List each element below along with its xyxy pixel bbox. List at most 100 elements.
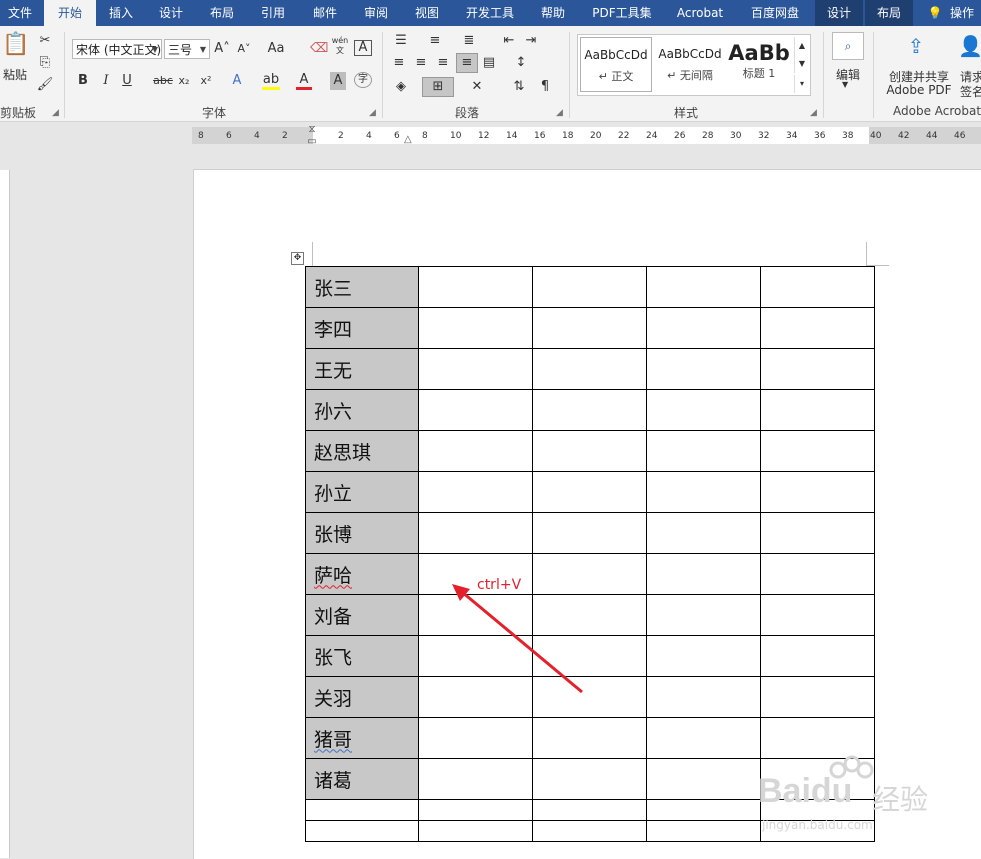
table-cell-empty[interactable] — [532, 307, 647, 349]
clear-format-icon[interactable]: ⌫ — [310, 40, 328, 58]
table-cell-name[interactable]: 关羽 — [305, 676, 419, 718]
superscript-icon[interactable]: x² — [198, 72, 214, 90]
lightbulb-icon[interactable]: 💡 — [926, 0, 944, 26]
styles-scroll-down-icon[interactable]: ▼ — [794, 55, 809, 73]
style-heading1[interactable]: AaBb 标题 1 — [728, 37, 790, 92]
tab-pdf-tools[interactable]: PDF工具集 — [582, 0, 662, 26]
change-case-icon[interactable]: Aa — [264, 40, 288, 58]
table-cell-empty[interactable] — [305, 799, 419, 821]
text-effects-icon[interactable]: A — [228, 72, 246, 90]
indent-marker-icon[interactable]: ⧖ ▭ — [306, 124, 318, 150]
increase-indent-icon[interactable]: ⇥ — [522, 32, 540, 50]
table-cell-empty[interactable] — [418, 799, 533, 821]
table-cell-empty[interactable] — [418, 266, 533, 308]
tell-me-search[interactable]: 操作 — [950, 0, 981, 26]
format-painter-icon[interactable]: 🖌 — [36, 76, 54, 94]
table-cell-empty[interactable] — [760, 676, 875, 718]
vertical-ruler[interactable] — [0, 170, 10, 858]
tab-mailings[interactable]: 邮件 — [302, 0, 348, 26]
table-cell-name[interactable]: 赵思琪 — [305, 430, 419, 472]
tab-references[interactable]: 引用 — [250, 0, 296, 26]
distributed-icon[interactable]: ▤ — [480, 54, 498, 72]
table-cell-empty[interactable] — [760, 471, 875, 513]
table-cell-empty[interactable] — [760, 430, 875, 472]
table-cell-name[interactable]: 孙六 — [305, 389, 419, 431]
borders-icon[interactable]: ⊞ — [422, 77, 454, 97]
find-icon[interactable]: ⌕ — [832, 32, 864, 60]
table-cell-empty[interactable] — [418, 820, 533, 842]
line-spacing-icon[interactable]: ↕ — [510, 54, 532, 72]
bold-icon[interactable]: B — [76, 72, 90, 90]
show-marks-icon[interactable]: ¶ — [536, 78, 554, 96]
tab-developer[interactable]: 开发工具 — [456, 0, 524, 26]
tab-file[interactable]: 文件 — [0, 0, 40, 26]
table-cell-empty[interactable] — [418, 430, 533, 472]
table-cell-empty[interactable] — [646, 553, 761, 595]
cut-icon[interactable]: ✂ — [36, 32, 54, 50]
table-cell-empty[interactable] — [418, 348, 533, 390]
table-cell-empty[interactable] — [418, 471, 533, 513]
styles-launcher-icon[interactable]: ◢ — [810, 108, 817, 118]
underline-icon[interactable]: U — [120, 72, 134, 90]
table-cell-name[interactable]: 萨哈 — [305, 553, 419, 595]
tab-table-layout[interactable]: 布局 — [865, 0, 913, 26]
grow-font-icon[interactable]: A˄ — [214, 40, 230, 58]
sort-icon[interactable]: ⇅ — [510, 78, 528, 96]
table-cell-empty[interactable] — [418, 389, 533, 431]
table-cell-empty[interactable] — [646, 676, 761, 718]
table-cell-empty[interactable] — [532, 430, 647, 472]
table-cell-empty[interactable] — [760, 389, 875, 431]
tab-acrobat[interactable]: Acrobat — [668, 0, 732, 26]
table-cell-empty[interactable] — [760, 635, 875, 677]
table-cell-empty[interactable] — [760, 266, 875, 308]
table-cell-empty[interactable] — [760, 553, 875, 595]
table-cell-empty[interactable] — [646, 717, 761, 759]
bullets-icon[interactable]: ☰ — [390, 32, 412, 50]
table-cell-empty[interactable] — [646, 266, 761, 308]
align-right-icon[interactable]: ≡ — [434, 54, 452, 72]
styles-more-icon[interactable]: ▾ — [794, 75, 809, 93]
strikethrough-icon[interactable]: abc — [152, 72, 174, 90]
table-cell-empty[interactable] — [646, 758, 761, 800]
table-cell-empty[interactable] — [646, 389, 761, 431]
character-shading-icon[interactable]: A — [330, 72, 346, 90]
table-cell-empty[interactable] — [760, 512, 875, 554]
table-cell-empty[interactable] — [646, 471, 761, 513]
table-cell-empty[interactable] — [418, 758, 533, 800]
sign-label[interactable]: 签名 — [960, 83, 981, 100]
style-normal[interactable]: AaBbCcDd ↵ 正文 — [580, 37, 652, 92]
tab-review[interactable]: 审阅 — [353, 0, 399, 26]
table-cell-name[interactable]: 张博 — [305, 512, 419, 554]
styles-scroll-up-icon[interactable]: ▲ — [794, 37, 809, 55]
phonetic-guide-icon[interactable]: wén 文 — [330, 36, 350, 56]
italic-icon[interactable]: I — [99, 72, 113, 90]
table-cell-empty[interactable] — [646, 820, 761, 842]
table-cell-empty[interactable] — [646, 348, 761, 390]
decrease-indent-icon[interactable]: ⇤ — [500, 32, 518, 50]
table-cell-name[interactable]: 诸葛 — [305, 758, 419, 800]
table-cell-empty[interactable] — [532, 758, 647, 800]
shading-icon[interactable]: ◈ — [390, 78, 412, 96]
align-left-icon[interactable]: ≡ — [390, 54, 408, 72]
copy-icon[interactable]: ⎘ — [36, 54, 54, 72]
table-move-handle-icon[interactable]: ✥ — [291, 252, 304, 265]
table-cell-empty[interactable] — [646, 307, 761, 349]
font-size-select[interactable]: 三号 ▼ — [164, 39, 210, 59]
table-cell-name[interactable]: 猪哥 — [305, 717, 419, 759]
table-cell-empty[interactable] — [532, 799, 647, 821]
tab-home[interactable]: 开始 — [44, 0, 96, 26]
font-color-icon[interactable]: A — [296, 72, 312, 90]
paste-button[interactable]: 粘贴 — [0, 66, 30, 83]
font-name-select[interactable]: 宋体 (中文正文) ▼ — [72, 39, 162, 59]
character-border-icon[interactable]: A — [354, 40, 372, 56]
table-cell-empty[interactable] — [760, 594, 875, 636]
tab-insert[interactable]: 插入 — [98, 0, 144, 26]
table-cell-empty[interactable] — [305, 820, 419, 842]
table-cell-empty[interactable] — [532, 348, 647, 390]
justify-icon[interactable]: ≡ — [456, 53, 478, 73]
adobe-pdf-label[interactable]: Adobe PDF — [884, 83, 954, 97]
enclose-characters-icon[interactable]: 字 — [354, 72, 372, 88]
table-cell-empty[interactable] — [532, 389, 647, 431]
tab-help[interactable]: 帮助 — [530, 0, 576, 26]
highlight-icon[interactable]: ab — [262, 72, 280, 90]
